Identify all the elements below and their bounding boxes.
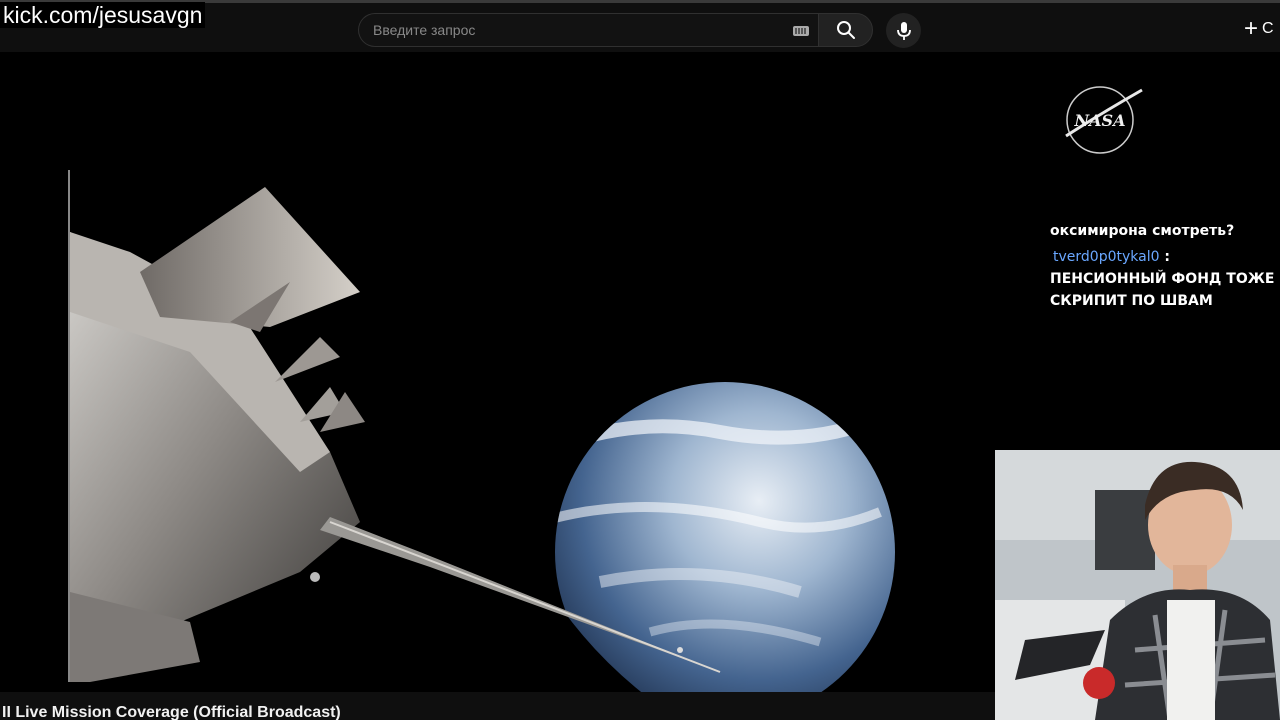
keyboard-icon[interactable] bbox=[793, 26, 809, 36]
search-icon bbox=[836, 21, 855, 39]
nasa-logo-text: NASA bbox=[1073, 111, 1125, 130]
mic-icon bbox=[896, 21, 911, 40]
earth bbox=[380, 382, 895, 692]
video-title-bar: II Live Mission Coverage (Official Broad… bbox=[0, 692, 995, 720]
nasa-logo: NASA bbox=[1065, 86, 1143, 154]
search-button[interactable] bbox=[818, 13, 873, 47]
chat-message-text: ПЕНСИОННЫЙ ФОНД ТОЖЕ СКРИПИТ ПО ШВАМ bbox=[1050, 271, 1275, 309]
webcam-frame bbox=[995, 450, 1280, 720]
plus-icon: + bbox=[1244, 15, 1259, 42]
search-box[interactable] bbox=[358, 13, 818, 47]
chat-username: tverd0p0tykal0 bbox=[1053, 249, 1160, 265]
chat-message: tverd0p0tykal0 : ПЕНСИОННЫЙ ФОНД ТОЖЕ СК… bbox=[1050, 246, 1275, 312]
search-input[interactable] bbox=[373, 14, 773, 46]
stream-chat-overlay: оксимирона смотреть? tverd0p0tykal0 : ПЕ… bbox=[1050, 222, 1275, 312]
video-title[interactable]: II Live Mission Coverage (Official Broad… bbox=[2, 704, 341, 720]
voice-search-button[interactable] bbox=[886, 13, 921, 48]
stream-url-overlay: kick.com/jesusavgn bbox=[0, 2, 206, 28]
chat-partial-message: оксимирона смотреть? bbox=[1050, 223, 1235, 239]
create-label: С bbox=[1262, 20, 1274, 37]
streamer-webcam bbox=[995, 450, 1280, 720]
chat-separator: : bbox=[1159, 249, 1170, 265]
create-button[interactable]: + С bbox=[1244, 17, 1274, 41]
